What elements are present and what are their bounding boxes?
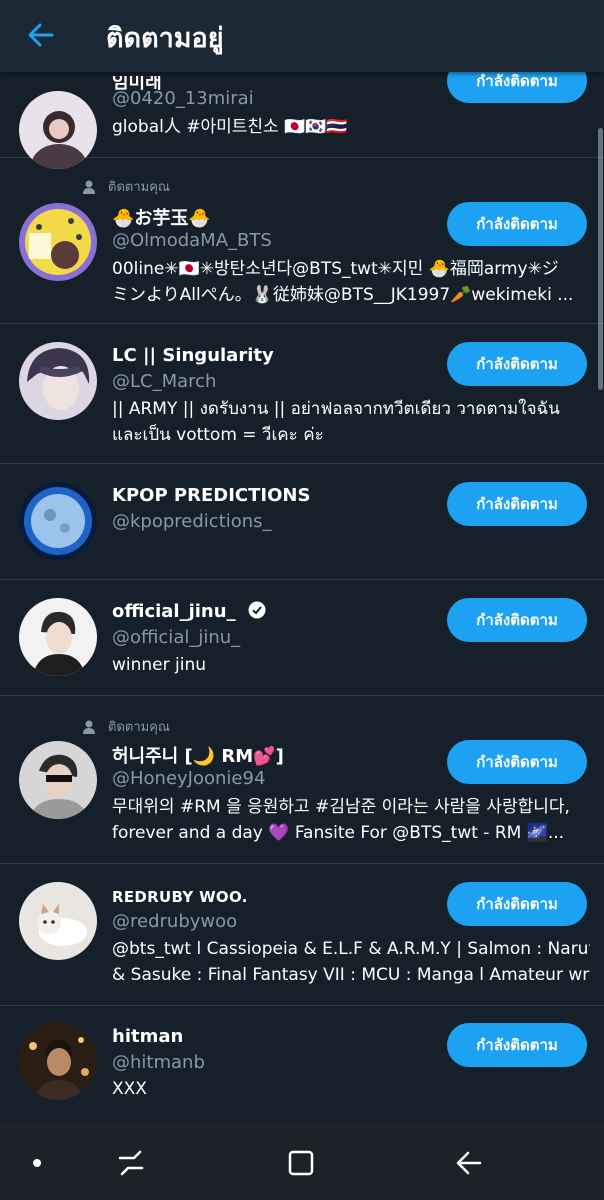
user-name: hitman — [112, 1026, 184, 1047]
user-handle: @hitmanb — [112, 1052, 205, 1073]
avatar[interactable] — [19, 882, 97, 960]
app-header: ติดตามอยู่ — [0, 0, 604, 72]
list-item[interactable]: ติดตามคุณ 🐣お芋玉🐣 @OlmodaMA_BTS 00line✳🇯🇵✳… — [0, 158, 604, 324]
user-name: REDRUBY WOO. — [112, 888, 248, 906]
person-icon — [83, 720, 95, 734]
avatar[interactable] — [19, 482, 97, 560]
scrollbar[interactable] — [598, 128, 603, 390]
back-icon[interactable] — [452, 1146, 486, 1180]
user-handle: @redrubywoo — [112, 911, 238, 932]
following-button[interactable]: กำลังติดตาม — [447, 202, 587, 246]
user-handle: @LC_March — [112, 371, 217, 392]
user-handle: @OlmodaMA_BTS — [112, 230, 272, 251]
recent-apps-icon[interactable] — [114, 1146, 148, 1180]
avatar[interactable] — [19, 1022, 97, 1100]
avatar[interactable] — [19, 741, 97, 819]
user-handle: @kpopredictions_ — [112, 511, 272, 532]
user-name: 허니주니 [🌙 RM💕] — [112, 746, 284, 767]
following-button[interactable]: กำลังติดตาม — [447, 882, 587, 926]
back-arrow-icon[interactable] — [24, 18, 58, 52]
list-item[interactable]: REDRUBY WOO. @redrubywoo @bts_twt l Cass… — [0, 864, 604, 1006]
avatar[interactable] — [19, 342, 97, 420]
follows-you-label: ติดตามคุณ — [108, 180, 170, 195]
home-icon[interactable] — [284, 1146, 318, 1180]
avatar[interactable] — [19, 598, 97, 676]
user-name: KPOP PREDICTIONS — [112, 485, 311, 506]
dot-indicator-icon — [20, 1146, 54, 1180]
person-icon — [83, 180, 95, 194]
user-bio: 무대위의 #RM 을 응원하고 #김남준 이라는 사람을 사랑합니다, fore… — [112, 797, 570, 843]
follows-you-indicator: ติดตามคุณ — [82, 716, 170, 737]
user-bio: || ARMY || งดรับงาน || อย่าฟอลจากทวีตเดี… — [112, 399, 560, 445]
following-button[interactable]: กำลังติดตาม — [447, 1023, 587, 1067]
user-name: LC || Singularity — [112, 345, 274, 366]
following-button[interactable]: กำลังติดตาม — [447, 342, 587, 386]
list-item[interactable]: LC || Singularity @LC_March || ARMY || ง… — [0, 324, 604, 464]
list-item[interactable]: hitman @hitmanb XXX กำลังติดตาม — [0, 1006, 604, 1122]
system-navigation-bar — [0, 1122, 604, 1200]
user-bio: global人 #아미트친소 🇯🇵🇰🇷🇹🇭 — [112, 117, 348, 137]
verified-icon — [248, 601, 266, 619]
user-name: 🐣お芋玉🐣 — [112, 208, 211, 229]
user-bio: @bts_twt l Cassiopeia & E.L.F & A.R.M.Y … — [112, 939, 590, 985]
avatar[interactable] — [19, 203, 97, 281]
user-bio: XXX — [112, 1079, 147, 1099]
page-title: ติดตามอยู่ — [106, 23, 224, 54]
following-button[interactable]: กำลังติดตาม — [447, 482, 587, 526]
user-bio: winner jinu — [112, 655, 207, 675]
user-handle: @HoneyJoonie94 — [112, 768, 266, 789]
follows-you-indicator: ติดตามคุณ — [82, 176, 170, 197]
follows-you-label: ติดตามคุณ — [108, 720, 170, 735]
following-button[interactable]: กำลังติดตาม — [447, 740, 587, 784]
following-button[interactable]: กำลังติดตาม — [447, 598, 587, 642]
list-item[interactable]: official_jinu_ @official_jinu_ winner ji… — [0, 580, 604, 696]
user-handle: @0420_13mirai — [112, 88, 254, 109]
list-item[interactable]: KPOP PREDICTIONS @kpopredictions_ กำลังต… — [0, 464, 604, 580]
user-handle: @official_jinu_ — [112, 627, 241, 648]
user-name: official_jinu_ — [112, 601, 266, 622]
user-bio: 00line✳🇯🇵✳방탄소년다@BTS_twt✳지민 🐣福岡army✳ジ ミンよ… — [112, 259, 574, 305]
list-item[interactable]: ติดตามคุณ 허니주니 [🌙 RM💕] @HoneyJoonie94 무대… — [0, 696, 604, 864]
